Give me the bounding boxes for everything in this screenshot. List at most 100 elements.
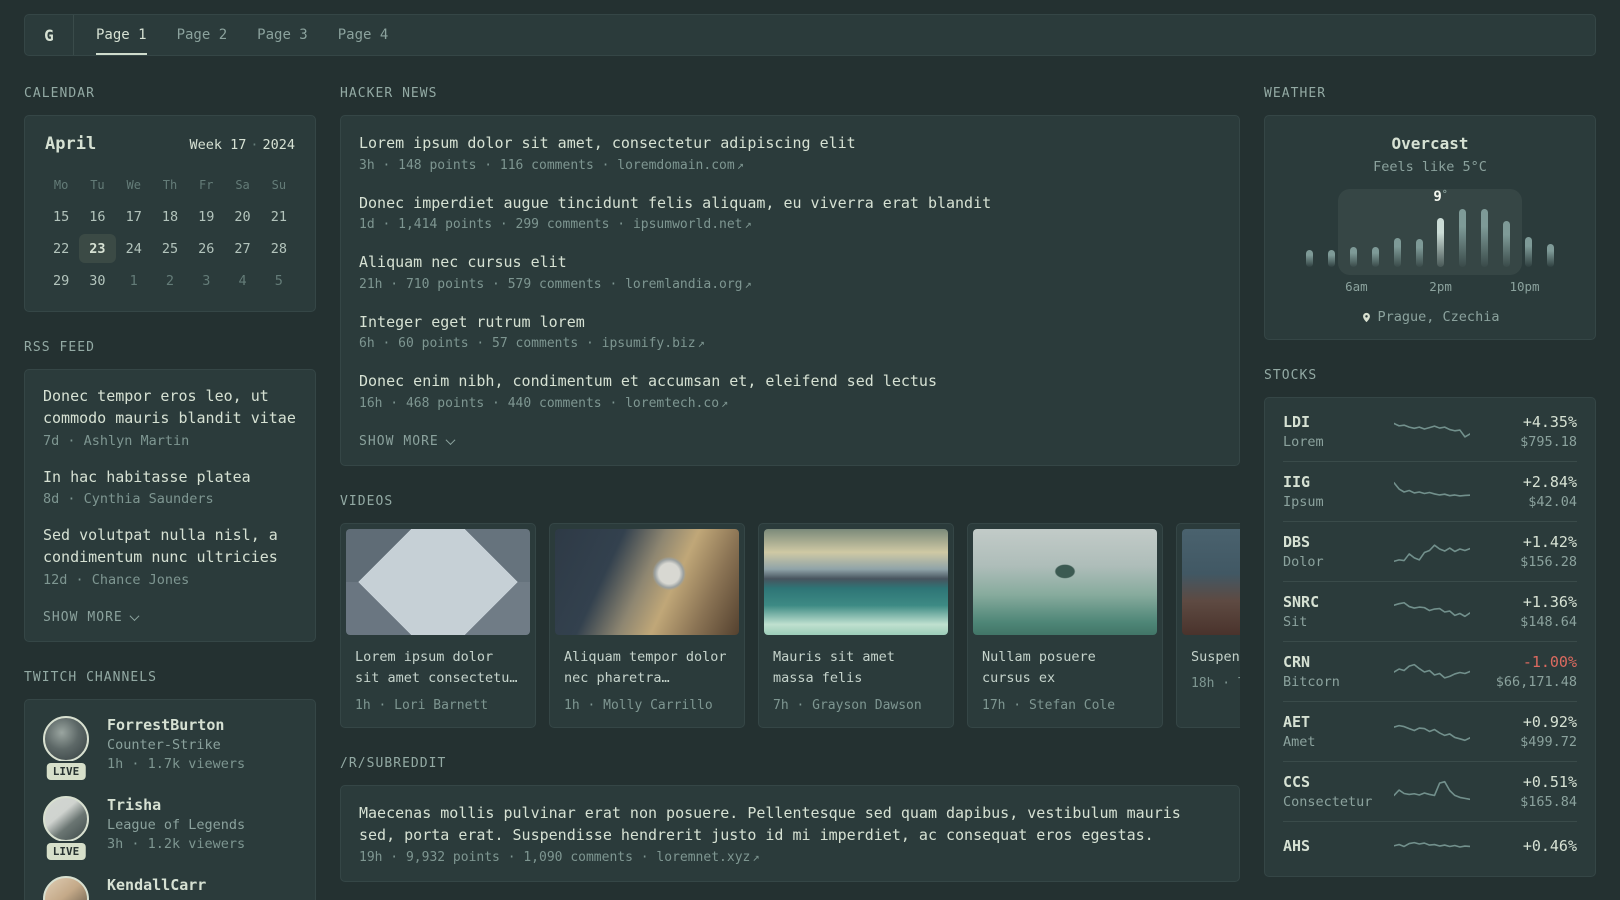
- hn-item-domain-link[interactable]: ipsumify.biz: [602, 336, 696, 351]
- video-card[interactable]: Mauris sit amet massa felis 7h · Grayson…: [758, 522, 954, 728]
- stock-id: CCS Consectetur: [1283, 773, 1379, 810]
- stock-sparkline: [1394, 833, 1470, 861]
- weather-location-label: Prague, Czechia: [1377, 309, 1500, 325]
- stock-id: SNRC Sit: [1283, 593, 1379, 630]
- reddit-post-domain-link[interactable]: loremnet.xyz: [656, 850, 750, 865]
- section-title-rss: RSS FEED: [24, 340, 95, 355]
- weather-bar: [1415, 239, 1423, 267]
- videos-widget: VIDEOS Lorem ipsum dolor sit amet consec…: [340, 494, 1240, 728]
- calendar-day-selected: 23: [79, 234, 116, 263]
- stock-name: Lorem: [1283, 434, 1324, 450]
- hn-item-title[interactable]: Donec enim nibh, condimentum et accumsan…: [359, 370, 1221, 393]
- time-label: 2pm: [1429, 279, 1452, 294]
- twitch-channel-name[interactable]: Trisha: [107, 796, 245, 814]
- stock-row[interactable]: CRN Bitcorn -1.00% $66,171.48: [1283, 641, 1577, 701]
- twitch-channel-name[interactable]: KendallCarr: [107, 876, 206, 894]
- hn-item-domain-link[interactable]: loremlandia.org: [625, 277, 742, 292]
- hn-item-domain-link[interactable]: loremdomain.com: [617, 158, 734, 173]
- twitch-channel-info: ForrestBurton Counter-Strike 1h · 1.7k v…: [107, 716, 245, 772]
- stock-ticker: IIG: [1283, 473, 1311, 491]
- video-thumbnail: [764, 528, 948, 635]
- rss-item-title[interactable]: In hac habitasse platea: [43, 467, 297, 489]
- calendar-day: 22: [53, 240, 70, 257]
- twitch-channel-meta: 3h · 1.2k viewers: [107, 835, 246, 852]
- stock-row[interactable]: AET Amet +0.92% $499.72: [1283, 701, 1577, 761]
- main-layout: CALENDAR April Week 17 · 2024 Mo Tu We Th …: [24, 86, 1596, 900]
- video-card[interactable]: Aliquam tempor dolor nec pharetra… 1h · …: [549, 522, 745, 728]
- weather-condition: Overcast: [1391, 134, 1469, 153]
- calendar-day-next-month: 4: [238, 272, 247, 289]
- hackernews-card: Lorem ipsum dolor sit amet, consectetur …: [340, 115, 1240, 466]
- stock-id: LDI Lorem: [1283, 413, 1379, 450]
- stock-values: +0.46%: [1485, 837, 1577, 858]
- stock-row[interactable]: LDI Lorem +4.35% $795.18: [1283, 402, 1577, 461]
- weather-card: Overcast Feels like 5°C 9° 6am 2pm 10pm …: [1264, 115, 1596, 340]
- calendar-day: 18: [161, 208, 179, 225]
- stock-price: $165.84: [1520, 794, 1577, 810]
- video-card[interactable]: Lorem ipsum dolor sit amet consectetu… 1…: [340, 522, 536, 728]
- external-link-icon: ↗: [736, 157, 744, 172]
- section-title-subreddit: /R/SUBREDDIT: [340, 755, 447, 771]
- tab-page-2[interactable]: Page 2: [177, 15, 228, 55]
- rss-show-more-button[interactable]: SHOW MORE: [43, 610, 140, 625]
- hn-meta-text: 16h · 468 points · 440 comments ·: [359, 395, 626, 411]
- stock-change: +0.51%: [1522, 773, 1577, 791]
- weather-location[interactable]: Prague, Czechia: [1283, 309, 1577, 325]
- stock-change: +0.92%: [1522, 713, 1577, 731]
- stock-row[interactable]: IIG Ipsum +2.84% $42.04: [1283, 461, 1577, 521]
- calendar-year: 2024: [262, 137, 295, 153]
- weather-bar: [1525, 237, 1533, 267]
- stock-sparkline: [1394, 718, 1470, 746]
- twitch-avatar: [43, 875, 89, 900]
- hn-item-title[interactable]: Donec imperdiet augue tincidunt felis al…: [359, 192, 1221, 215]
- hn-item-title[interactable]: Integer eget rutrum lorem: [359, 311, 1221, 334]
- degree-symbol: °: [1441, 189, 1448, 200]
- calendar-day: 27: [234, 240, 251, 257]
- twitch-channel-name[interactable]: ForrestBurton: [107, 716, 245, 734]
- calendar-grid: Mo Tu We Th Fr Sa Su 15 16 17 18 19 20 2…: [43, 170, 297, 295]
- rss-item-title[interactable]: Donec tempor eros leo, ut commodo mauris…: [43, 386, 297, 430]
- calendar-widget: CALENDAR April Week 17 · 2024 Mo Tu We Th …: [24, 86, 316, 312]
- calendar-dow: We: [126, 177, 141, 192]
- calendar-day: 25: [161, 240, 179, 257]
- reddit-post-title[interactable]: Maecenas mollis pulvinar erat non posuer…: [359, 802, 1221, 847]
- hn-show-more-button[interactable]: SHOW MORE: [359, 433, 456, 449]
- hn-item-title[interactable]: Lorem ipsum dolor sit amet, consectetur …: [359, 132, 1221, 155]
- twitch-channel-row[interactable]: LIVE Trisha League of Legends 3h · 1.2k …: [43, 795, 297, 860]
- top-navbar: G Page 1 Page 2 Page 3 Page 4: [24, 14, 1596, 56]
- app-logo[interactable]: G: [25, 15, 74, 55]
- stock-row[interactable]: SNRC Sit +1.36% $148.64: [1283, 581, 1577, 641]
- hn-item-title[interactable]: Aliquam nec cursus elit: [359, 251, 1221, 274]
- external-link-icon: ↗: [721, 395, 729, 410]
- section-title-weather: WEATHER: [1264, 86, 1327, 101]
- dot-separator: ·: [250, 137, 259, 153]
- video-card[interactable]: Suspendisse diam 18h · Tara: [1176, 522, 1240, 728]
- hn-item-meta: 21h · 710 points · 579 comments · loreml…: [359, 277, 1221, 292]
- weather-bars: [1306, 209, 1554, 267]
- stock-row[interactable]: DBS Dolor +1.42% $156.28: [1283, 521, 1577, 581]
- stock-row[interactable]: AHS +0.46%: [1283, 821, 1577, 872]
- rss-item-title[interactable]: Sed volutpat nulla nisl, a condimentum n…: [43, 525, 297, 569]
- section-title-calendar: CALENDAR: [24, 86, 95, 101]
- show-more-label: SHOW MORE: [359, 433, 439, 449]
- twitch-channel-row[interactable]: LIVE ForrestBurton Counter-Strike 1h · 1…: [43, 715, 297, 780]
- twitch-channel-row[interactable]: LIVE KendallCarr: [43, 875, 297, 900]
- stock-row[interactable]: CCS Consectetur +0.51% $165.84: [1283, 761, 1577, 821]
- hn-item: Aliquam nec cursus elit 21h · 710 points…: [359, 251, 1221, 292]
- stock-ticker: CRN: [1283, 653, 1311, 671]
- calendar-day-next-month: 3: [202, 272, 211, 289]
- stock-name: Amet: [1283, 734, 1316, 750]
- tab-page-4[interactable]: Page 4: [338, 15, 389, 55]
- stock-sparkline: [1394, 418, 1470, 446]
- video-card[interactable]: Nullam posuere cursus ex 17h · Stefan Co…: [967, 522, 1163, 728]
- hn-item-domain-link[interactable]: loremtech.co: [625, 396, 719, 411]
- rss-item-meta: 7d · Ashlyn Martin: [43, 432, 190, 449]
- hn-item-meta: 3h · 148 points · 116 comments · loremdo…: [359, 158, 1221, 173]
- tab-page-3[interactable]: Page 3: [257, 15, 308, 55]
- hn-item-domain-link[interactable]: ipsumworld.net: [633, 217, 743, 232]
- stock-sparkline: [1394, 658, 1470, 686]
- weather-bar: [1306, 250, 1313, 267]
- twitch-avatar-wrap: LIVE: [43, 875, 89, 900]
- live-badge: LIVE: [46, 762, 86, 780]
- tab-page-1[interactable]: Page 1: [96, 15, 147, 55]
